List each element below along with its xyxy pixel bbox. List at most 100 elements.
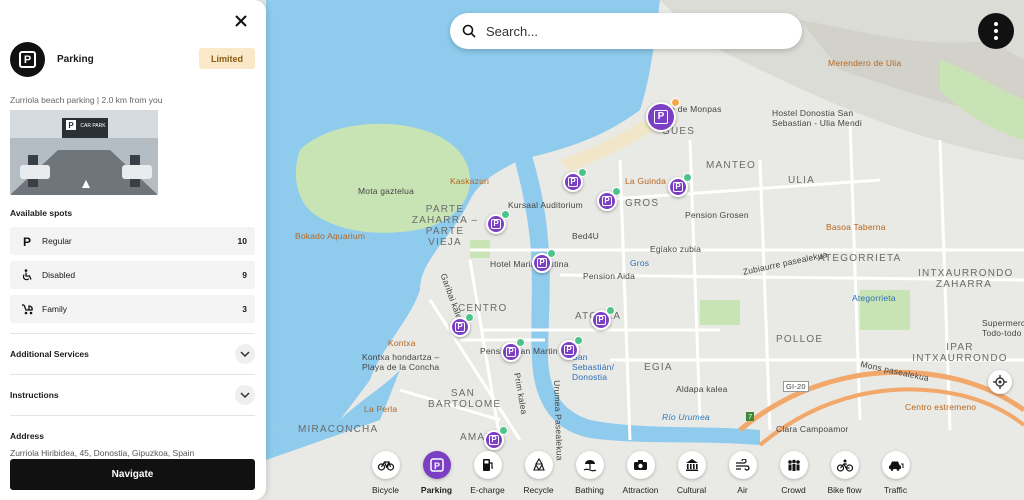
accordion-label: Additional Services (10, 349, 89, 359)
map-label-kontxa-beach: Kontxa hondartza – Playa de la Concha (362, 352, 440, 372)
category-cultural[interactable]: Cultural (666, 446, 717, 500)
category-crowd[interactable]: Crowd (768, 446, 819, 500)
dot-icon (994, 29, 998, 33)
panel-title: Parking (57, 54, 94, 65)
dot-icon (994, 36, 998, 40)
accordion-additional-services[interactable]: Additional Services (10, 344, 255, 364)
category-e-charge[interactable]: E-charge (462, 446, 513, 500)
dot-icon (994, 22, 998, 26)
map-label-ategorrieta-stop: Ategorrieta (852, 293, 896, 303)
category-label: Bike flow (827, 485, 862, 495)
map-label-centro-estremeno: Centro estremeno (905, 402, 977, 412)
chevron-down-icon[interactable] (235, 385, 255, 405)
spot-count: 9 (242, 270, 247, 280)
ev-charger-icon (473, 451, 502, 479)
category-bicycle[interactable]: Bicycle (360, 446, 411, 500)
map-label-polloe: POLLOE (776, 334, 824, 345)
navigate-button[interactable]: Navigate (10, 459, 255, 490)
category-bathing[interactable]: Bathing (564, 446, 615, 500)
svg-text:P: P (23, 235, 31, 247)
category-label: Attraction (622, 485, 659, 495)
car-icon (881, 451, 910, 479)
parking-pin[interactable]: P (563, 168, 587, 192)
parking-pin[interactable]: P (597, 187, 621, 211)
map-label-basoa: Basoa Taberna (826, 222, 886, 232)
photo-sign-text: CAR PARK (80, 123, 106, 129)
category-bike-flow[interactable]: Bike flow (819, 446, 870, 500)
parking-pin[interactable]: P (486, 210, 510, 234)
spot-row-disabled: Disabled 9 (10, 261, 255, 289)
map-label-la-perla: La Perla (364, 404, 398, 414)
map-label-ss-station: San Sebastián/ Donostia (572, 352, 615, 382)
category-label: Cultural (676, 485, 707, 495)
map-label-ulia: ULIA (788, 175, 816, 186)
available-spots-label: Available spots (10, 208, 73, 218)
map-label-supermercado: Supermercado Todo-todo (982, 318, 1024, 338)
map-label-ipar: IPAR INTXAURRONDO (912, 342, 1008, 364)
parking-detail-panel: P Parking Limited Zurriola beach parking… (0, 0, 266, 500)
category-label: Bicycle (372, 485, 399, 495)
search-icon (462, 24, 476, 38)
parking-pin[interactable]: P (668, 173, 692, 197)
svg-text:P: P (68, 121, 74, 130)
panel-header: P Parking (10, 42, 94, 77)
map-label-hostel: Hostel Donostia San Sebastian - Ulia Men… (772, 108, 862, 128)
parking-pin[interactable]: P (532, 249, 556, 273)
crosshair-icon (993, 375, 1007, 389)
category-attraction[interactable]: Attraction (615, 446, 666, 500)
map-label-san-bartolome: SAN BARTOLOME (428, 388, 502, 410)
parking-pin[interactable]: P (559, 336, 583, 360)
map-label-merendero: Merendero de Ulia (828, 58, 902, 68)
chevron-down-icon[interactable] (235, 344, 255, 364)
bike-flow-icon (830, 451, 859, 479)
divider (10, 374, 255, 375)
parking-pin[interactable]: P (501, 338, 525, 362)
bicycle-icon (371, 451, 400, 479)
map-label-ategorrieta: ATEGORRIETA (818, 253, 902, 264)
spot-row-family: Family 3 (10, 295, 255, 323)
more-options-button[interactable] (978, 13, 1014, 49)
category-parking[interactable]: P Parking (411, 446, 462, 500)
parking-photo: P CAR PARK (10, 110, 158, 195)
category-label: Crowd (781, 485, 806, 495)
parking-pin[interactable]: P (450, 313, 474, 337)
address-text: Zurriola Hiribidea, 45, Donostia, Gipuzk… (10, 448, 195, 458)
close-icon[interactable] (232, 12, 250, 30)
svg-text:P: P (433, 461, 439, 471)
address-label: Address (10, 431, 45, 441)
map-label-clara: Clara Campoamor (776, 424, 849, 434)
category-air[interactable]: Air (717, 446, 768, 500)
map-label-centro: CENTRO (458, 303, 508, 314)
map-label-gi20: GI-20 (783, 381, 809, 392)
map-label-kontxa: Kontxa (388, 338, 416, 348)
search-bar[interactable] (450, 13, 802, 49)
beach-icon (575, 451, 604, 479)
parking-logo-icon: P (10, 42, 45, 77)
category-traffic[interactable]: Traffic (870, 446, 921, 500)
panel-subtitle: Zurriola beach parking | 2.0 km from you (10, 95, 163, 105)
crowd-icon (779, 451, 808, 479)
category-bar: Bicycle P Parking E-charge Recycle Bathi… (360, 446, 921, 500)
map-label-road-7: 7 (746, 412, 755, 421)
spot-count: 10 (237, 236, 247, 246)
parking-pin-selected[interactable]: P (646, 98, 680, 132)
map-label-hotel-maria: Hotel Maria Cristina (490, 259, 569, 269)
accordion-instructions[interactable]: Instructions (10, 385, 255, 405)
parking-pin[interactable]: P (591, 306, 615, 330)
category-label: Air (737, 485, 748, 495)
map-label-miraconcha: MIRACONCHA (298, 424, 379, 435)
camera-icon (626, 451, 655, 479)
map-label-kaskazuri: Kaskazuri (450, 176, 490, 186)
spot-label: Regular (42, 236, 72, 246)
category-label: Bathing (575, 485, 604, 495)
category-label: Parking (420, 485, 453, 495)
search-input[interactable] (486, 23, 766, 39)
locate-me-button[interactable] (988, 370, 1012, 394)
category-recycle[interactable]: Recycle (513, 446, 564, 500)
divider (10, 333, 255, 334)
map-label-parte-zaharra: PARTE ZAHARRA – PARTE VIEJA (411, 204, 479, 248)
map-label-la-guinda: La Guinda (625, 176, 667, 186)
map-label-gros-stop: Gros (630, 258, 650, 268)
map-label-manteo: MANTEO (706, 160, 756, 171)
category-label: E-charge (470, 485, 505, 495)
